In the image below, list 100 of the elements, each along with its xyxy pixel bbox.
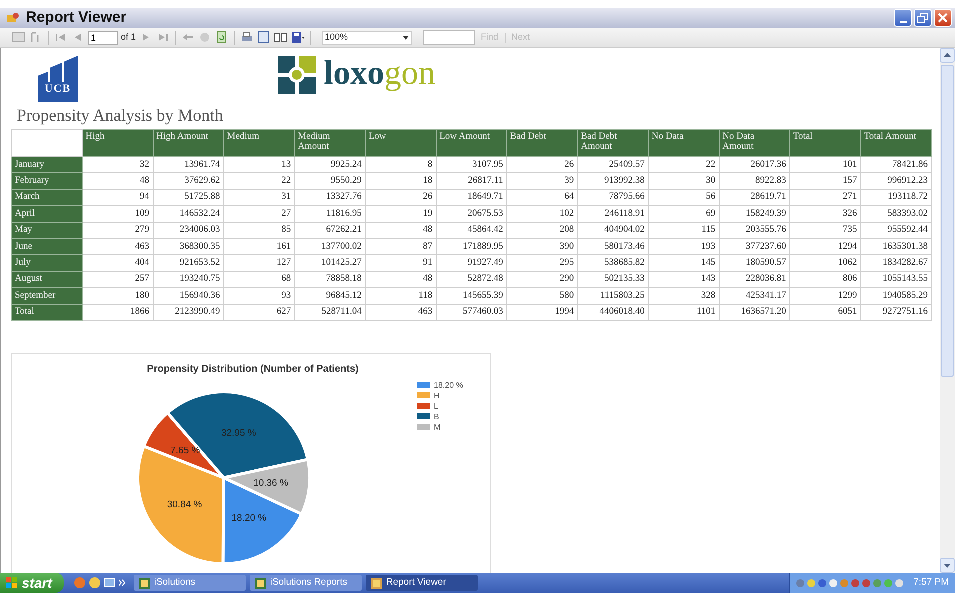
legend-label: B: [434, 412, 440, 422]
table-cell: 913992.38: [578, 172, 648, 190]
table-cell: 257: [82, 271, 154, 288]
table-cell: 109: [82, 206, 154, 222]
table-cell: 51725.88: [153, 189, 224, 206]
table-cell: 64: [506, 189, 578, 206]
table-cell: 26017.36: [719, 156, 790, 173]
taskbar-button[interactable]: Report Viewer: [366, 575, 478, 591]
window-icon: [371, 578, 382, 588]
tray-icon[interactable]: [894, 578, 904, 588]
table-cell: 328: [648, 288, 720, 304]
table-cell: 158249.39: [719, 206, 790, 222]
table-cell: 22: [224, 172, 295, 190]
restore-button[interactable]: [914, 9, 932, 27]
tray-icon[interactable]: [872, 578, 882, 588]
column-header: Total: [790, 130, 861, 156]
table-cell: 425341.17: [719, 288, 790, 304]
table-cell: 52872.48: [436, 271, 507, 288]
tray-icon[interactable]: [862, 578, 871, 588]
refresh-icon[interactable]: [215, 31, 230, 44]
table-cell: 78795.66: [578, 189, 648, 206]
tray-icon[interactable]: [796, 578, 805, 588]
table-cell: 69: [648, 206, 720, 222]
tray-icon[interactable]: [884, 578, 893, 588]
table-cell: 208: [506, 222, 578, 238]
table-cell: 1062: [790, 254, 861, 272]
column-header: Medium: [224, 130, 295, 156]
table-cell: 93: [224, 288, 295, 304]
table-cell: 32: [82, 156, 154, 173]
tray-icon[interactable]: [840, 578, 849, 588]
legend-swatch: [417, 382, 430, 388]
table-cell: 48: [365, 222, 436, 238]
legend-swatch: [417, 402, 430, 409]
legend-label: H: [434, 391, 440, 400]
page-field[interactable]: 1: [88, 30, 118, 44]
zoom-dropdown[interactable]: 100%: [322, 30, 412, 44]
table-cell: 528711.04: [294, 304, 366, 320]
tray-icon[interactable]: [818, 578, 827, 588]
table-cell: 463: [82, 238, 154, 255]
row-header: April: [12, 206, 82, 222]
close-button[interactable]: [934, 9, 952, 27]
close-icon: [938, 13, 948, 23]
chevron-icon[interactable]: [119, 577, 126, 589]
table-cell: 9272751.16: [860, 304, 932, 320]
table-cell: 1866: [82, 304, 154, 320]
tray-icon[interactable]: [806, 578, 816, 588]
table-cell: 1834282.67: [860, 254, 932, 272]
start-button[interactable]: start: [0, 573, 64, 593]
print-icon[interactable]: [240, 31, 254, 44]
table-cell: 921653.52: [153, 254, 224, 272]
tray-icon[interactable]: [850, 578, 860, 588]
last-page-icon[interactable]: [156, 31, 170, 44]
scroll-down-icon[interactable]: [940, 558, 955, 573]
document-map-icon[interactable]: [12, 31, 26, 44]
table-cell: 538685.82: [578, 254, 648, 272]
table-cell: 171889.95: [436, 238, 507, 255]
table-cell: 48: [365, 271, 436, 288]
table-cell: 1636571.20: [719, 304, 790, 320]
page-icon[interactable]: [257, 31, 272, 44]
scrollbar-thumb[interactable]: [941, 65, 954, 377]
table-cell: 1994: [506, 304, 578, 320]
table-cell: 37629.62: [153, 172, 224, 190]
table-cell: 580173.46: [578, 238, 648, 255]
table-cell: 145655.39: [436, 288, 507, 304]
book-icon[interactable]: [274, 31, 288, 44]
row-header: June: [12, 238, 82, 255]
minimize-button[interactable]: [894, 9, 912, 27]
data-label: 18.20 %: [232, 512, 267, 524]
scroll-up-icon[interactable]: [940, 48, 955, 63]
table-cell: 228036.81: [719, 271, 790, 288]
table-cell: 67262.21: [294, 222, 366, 238]
table-cell: 156940.36: [153, 288, 224, 304]
table-cell: 28619.71: [719, 189, 790, 206]
taskbar-button[interactable]: iSolutions Reports: [250, 575, 362, 591]
column-header: Medium Amount: [294, 130, 366, 156]
find-field[interactable]: [423, 30, 476, 45]
column-header: Low Amount: [436, 130, 507, 156]
table-cell: 118: [365, 288, 436, 304]
taskbar-button[interactable]: iSolutions: [134, 575, 246, 591]
desktop-icon[interactable]: [104, 577, 116, 589]
first-page-icon[interactable]: [54, 31, 68, 44]
save-icon[interactable]: [291, 31, 306, 44]
table-cell: 955592.44: [860, 222, 932, 238]
windows-logo-icon: [6, 577, 18, 589]
table-cell: 295: [506, 254, 578, 272]
table-cell: 234006.03: [153, 222, 224, 238]
minimize-icon: [900, 21, 906, 23]
table-cell: 13: [224, 156, 295, 173]
legend-label: L: [434, 402, 438, 411]
table-cell: 279: [82, 222, 154, 238]
table-cell: 78858.18: [294, 271, 366, 288]
table-cell: 102: [506, 206, 578, 222]
table-cell: 404904.02: [578, 222, 648, 238]
tray-icon[interactable]: [828, 578, 838, 588]
table-cell: 45864.42: [436, 222, 507, 238]
table-cell: 627: [224, 304, 295, 320]
table-cell: 94: [82, 189, 154, 206]
table-cell: 326: [790, 206, 861, 222]
table-cell: 31: [224, 189, 295, 206]
report-title: Propensity Analysis by Month: [17, 106, 224, 126]
